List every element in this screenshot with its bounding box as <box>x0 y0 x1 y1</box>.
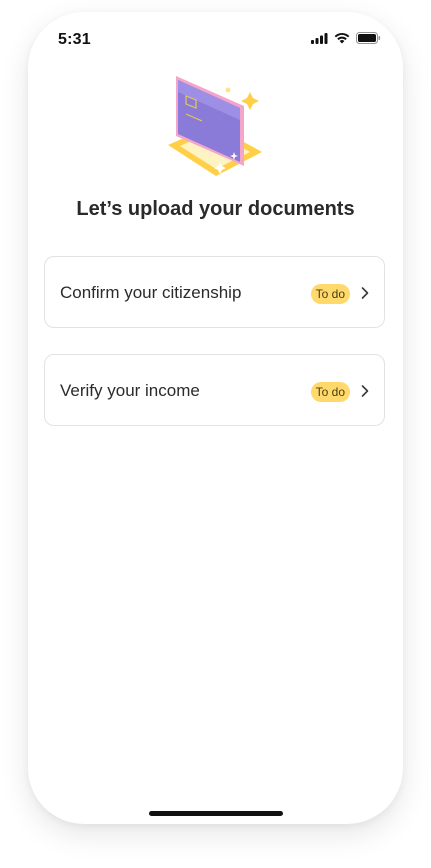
status-badge: To do <box>310 382 350 402</box>
chevron-right-icon <box>360 285 370 301</box>
page-title: Let’s upload your documents <box>76 198 355 220</box>
home-indicator[interactable] <box>149 811 283 816</box>
signal-icon <box>311 31 328 49</box>
wifi-icon <box>334 31 350 49</box>
document-item-label: Verify your income <box>60 381 200 400</box>
document-item-label: Confirm your citizenship <box>60 283 242 302</box>
status-time: 5:31 <box>58 31 91 48</box>
document-upload-illustration <box>158 70 268 185</box>
status-icons <box>311 31 381 49</box>
chevron-right-icon <box>360 383 370 399</box>
document-item-citizenship[interactable]: Confirm your citizenship To do <box>44 256 385 328</box>
phone-screen: 5:31 Let’s upload your documents Confirm… <box>28 12 403 824</box>
battery-icon <box>356 31 381 49</box>
page: 5:31 Let’s upload your documents Confirm… <box>0 0 431 868</box>
status-badge: To do <box>310 284 350 304</box>
status-bar: 5:31 <box>28 12 403 56</box>
document-item-income[interactable]: Verify your income To do <box>44 354 385 426</box>
